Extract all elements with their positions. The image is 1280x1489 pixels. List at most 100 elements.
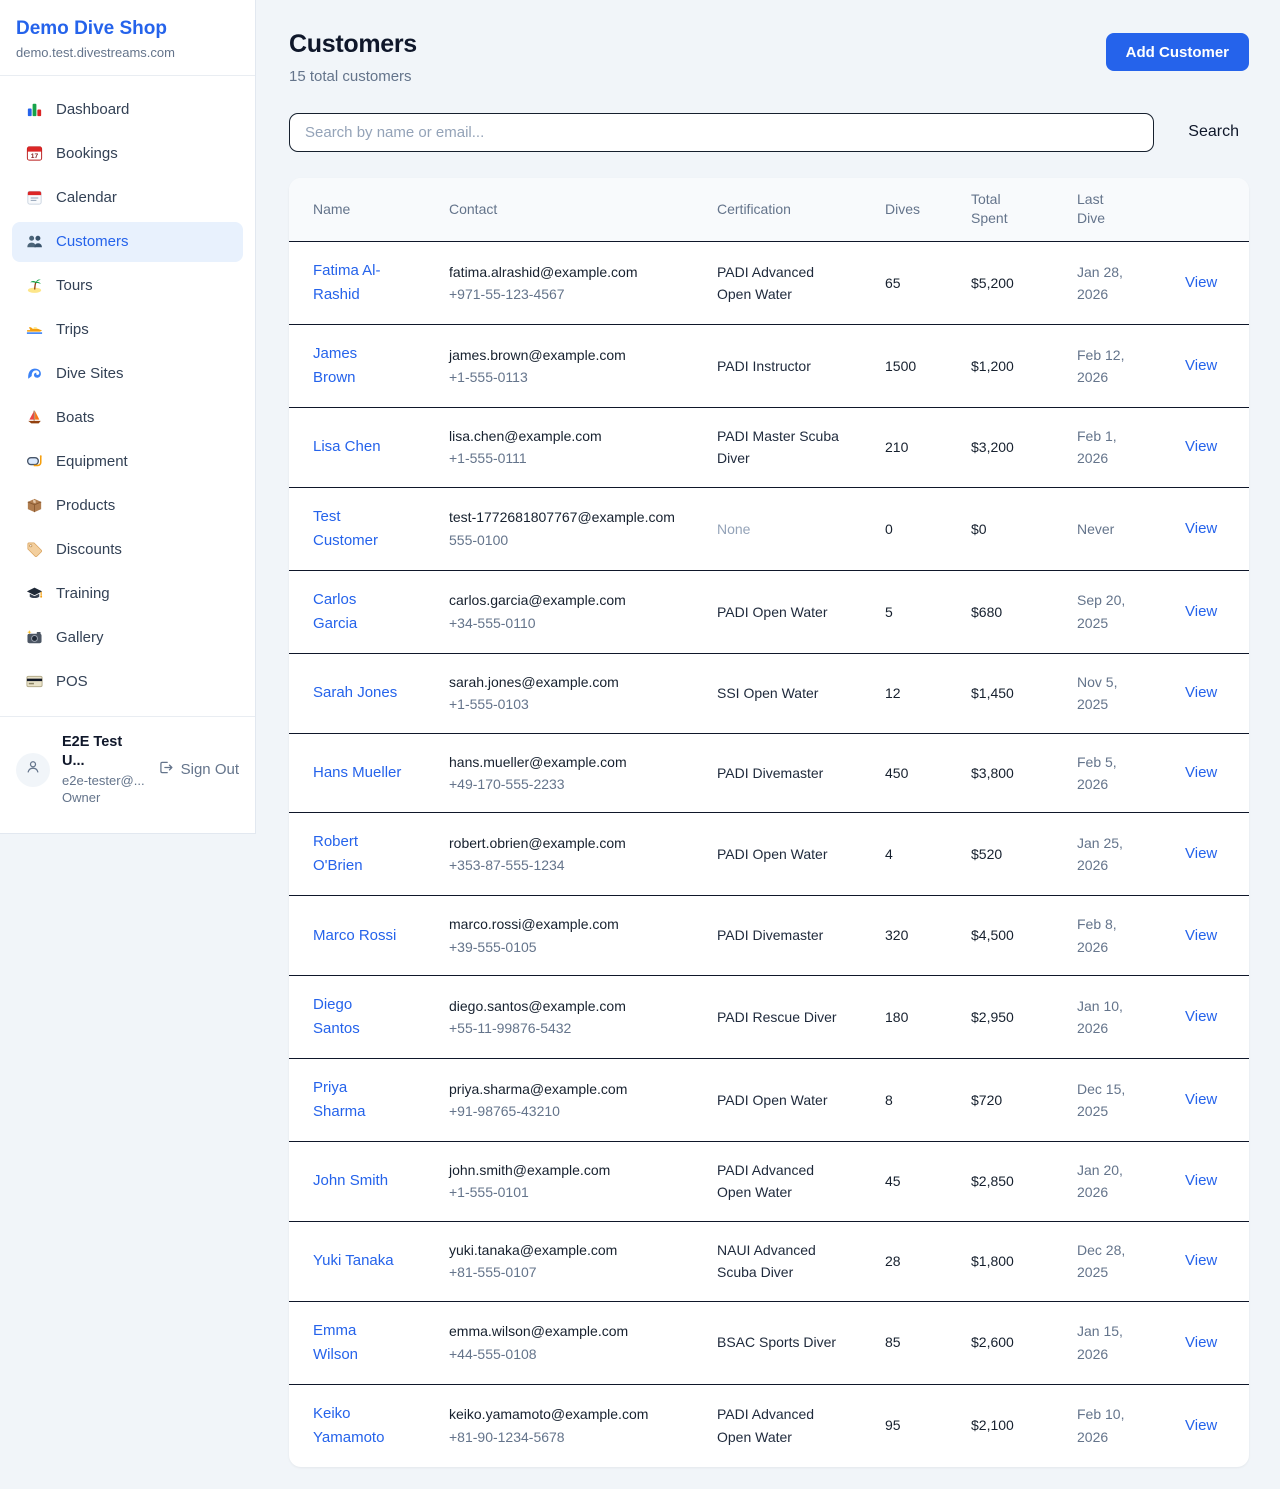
customer-name-link[interactable]: Keiko Yamamoto	[313, 1402, 403, 1450]
view-customer-link[interactable]: View	[1185, 1008, 1217, 1025]
search-input[interactable]	[289, 113, 1154, 152]
customer-total-spent: $680	[959, 570, 1065, 653]
customer-name-link[interactable]: Yuki Tanaka	[313, 1249, 394, 1273]
sidebar-item-label: Discounts	[56, 541, 122, 558]
sidebar-item-label: Boats	[56, 409, 94, 426]
customer-last-dive: Feb 12, 2026	[1077, 344, 1141, 389]
customer-name-link[interactable]: Fatima Al-Rashid	[313, 259, 403, 307]
sidebar-item-dashboard[interactable]: Dashboard	[12, 90, 243, 130]
view-customer-link[interactable]: View	[1185, 1252, 1217, 1269]
view-customer-link[interactable]: View	[1185, 927, 1217, 944]
customer-name-link[interactable]: Marco Rossi	[313, 924, 396, 948]
bar-chart-icon	[24, 100, 44, 120]
column-header-certification: Certification	[705, 178, 873, 242]
sidebar-item-customers[interactable]: Customers	[12, 222, 243, 262]
view-customer-link[interactable]: View	[1185, 520, 1217, 537]
sidebar-item-bookings[interactable]: 17Bookings	[12, 134, 243, 174]
view-customer-link[interactable]: View	[1185, 357, 1217, 374]
view-customer-link[interactable]: View	[1185, 845, 1217, 862]
sidebar-nav: Dashboard17BookingsCalendarCustomersTour…	[0, 76, 255, 716]
sidebar-item-dive-sites[interactable]: Dive Sites	[12, 354, 243, 394]
customer-last-dive: Jan 28, 2026	[1077, 261, 1141, 306]
view-customer-link[interactable]: View	[1185, 274, 1217, 291]
customer-dives: 95	[873, 1384, 959, 1467]
view-customer-link[interactable]: View	[1185, 684, 1217, 701]
view-customer-link[interactable]: View	[1185, 1334, 1217, 1351]
customer-name-link[interactable]: Emma Wilson	[313, 1319, 403, 1367]
table-row: Carlos Garciacarlos.garcia@example.com+3…	[289, 570, 1249, 653]
customer-phone: +353-87-555-1234	[449, 854, 685, 876]
customer-certification: PADI Advanced Open Water	[717, 1159, 839, 1204]
customer-dives: 180	[873, 976, 959, 1059]
customer-last-dive: Nov 5, 2025	[1077, 671, 1141, 716]
customer-certification: PADI Open Water	[717, 843, 827, 865]
sidebar-item-label: Dive Sites	[56, 365, 124, 382]
customer-email: priya.sharma@example.com	[449, 1078, 685, 1100]
shop-name: Demo Dive Shop	[16, 17, 239, 41]
view-customer-link[interactable]: View	[1185, 603, 1217, 620]
customer-name-link[interactable]: Priya Sharma	[313, 1076, 403, 1124]
customer-phone: +91-98765-43210	[449, 1100, 685, 1122]
people-icon	[24, 232, 44, 252]
customer-name-link[interactable]: Test Customer	[313, 505, 403, 553]
customer-total-spent: $2,100	[959, 1384, 1065, 1467]
sidebar-item-gallery[interactable]: Gallery	[12, 618, 243, 658]
customer-name-link[interactable]: Diego Santos	[313, 993, 403, 1041]
customer-name-link[interactable]: Hans Mueller	[313, 761, 401, 785]
table-row: Robert O'Brien robert.obrien@example.com+…	[289, 813, 1249, 896]
customer-email: robert.obrien@example.com	[449, 832, 685, 854]
sidebar-item-tours[interactable]: Tours	[12, 266, 243, 306]
customer-last-dive: Feb 10, 2026	[1077, 1403, 1141, 1448]
sidebar-item-calendar[interactable]: Calendar	[12, 178, 243, 218]
customer-phone: +1-555-0103	[449, 693, 685, 715]
column-header-name: Name	[289, 178, 437, 242]
customer-email: john.smith@example.com	[449, 1159, 685, 1181]
customer-phone: +1-555-0113	[449, 366, 685, 388]
sidebar-item-label: Trips	[56, 321, 89, 338]
sign-out-button[interactable]: Sign Out	[157, 759, 239, 780]
customer-name-link[interactable]: Sarah Jones	[313, 681, 397, 705]
customer-email: carlos.garcia@example.com	[449, 589, 685, 611]
customer-total-spent: $0	[959, 487, 1065, 570]
view-customer-link[interactable]: View	[1185, 1091, 1217, 1108]
table-row: Keiko Yamamotokeiko.yamamoto@example.com…	[289, 1384, 1249, 1467]
customer-dives: 320	[873, 896, 959, 976]
table-row: Priya Sharma priya.sharma@example.com+91-…	[289, 1059, 1249, 1142]
customers-table: NameContactCertificationDivesTotal Spent…	[289, 178, 1249, 1467]
customer-name-link[interactable]: James Brown	[313, 342, 403, 390]
customer-certification: PADI Open Water	[717, 1089, 827, 1111]
view-customer-link[interactable]: View	[1185, 764, 1217, 781]
customer-name-link[interactable]: Carlos Garcia	[313, 588, 403, 636]
customer-dives: 8	[873, 1059, 959, 1142]
table-row: Test Customertest-1772681807767@example.…	[289, 487, 1249, 570]
customer-dives: 12	[873, 653, 959, 733]
view-customer-link[interactable]: View	[1185, 1172, 1217, 1189]
customer-certification: PADI Instructor	[717, 355, 811, 377]
customer-certification: PADI Divemaster	[717, 762, 823, 784]
sidebar-item-equipment[interactable]: Equipment	[12, 442, 243, 482]
sidebar-item-pos[interactable]: POS	[12, 662, 243, 702]
sailboat-icon	[24, 408, 44, 428]
sidebar-item-trips[interactable]: Trips	[12, 310, 243, 350]
sidebar-item-products[interactable]: Products	[12, 486, 243, 526]
column-header-last-dive: Last Dive	[1065, 178, 1173, 242]
customer-name-link[interactable]: Lisa Chen	[313, 435, 381, 459]
sidebar-item-label: Products	[56, 497, 115, 514]
customer-dives: 1500	[873, 324, 959, 407]
customer-name-link[interactable]: Robert O'Brien	[313, 830, 403, 878]
search-button[interactable]: Search	[1178, 123, 1249, 141]
sidebar-item-discounts[interactable]: Discounts	[12, 530, 243, 570]
sidebar-item-training[interactable]: Training	[12, 574, 243, 614]
view-customer-link[interactable]: View	[1185, 438, 1217, 455]
table-row: Emma Wilsonemma.wilson@example.com+44-55…	[289, 1301, 1249, 1384]
island-icon	[24, 276, 44, 296]
customer-last-dive: Sep 20, 2025	[1077, 589, 1141, 634]
table-row: Hans Muellerhans.mueller@example.com+49-…	[289, 733, 1249, 813]
sidebar-item-boats[interactable]: Boats	[12, 398, 243, 438]
customer-dives: 65	[873, 241, 959, 324]
customer-name-link[interactable]: John Smith	[313, 1169, 388, 1193]
add-customer-button[interactable]: Add Customer	[1106, 33, 1249, 71]
sidebar-item-label: Equipment	[56, 453, 128, 470]
view-customer-link[interactable]: View	[1185, 1417, 1217, 1434]
customer-certification: NAUI Advanced Scuba Diver	[717, 1239, 839, 1284]
